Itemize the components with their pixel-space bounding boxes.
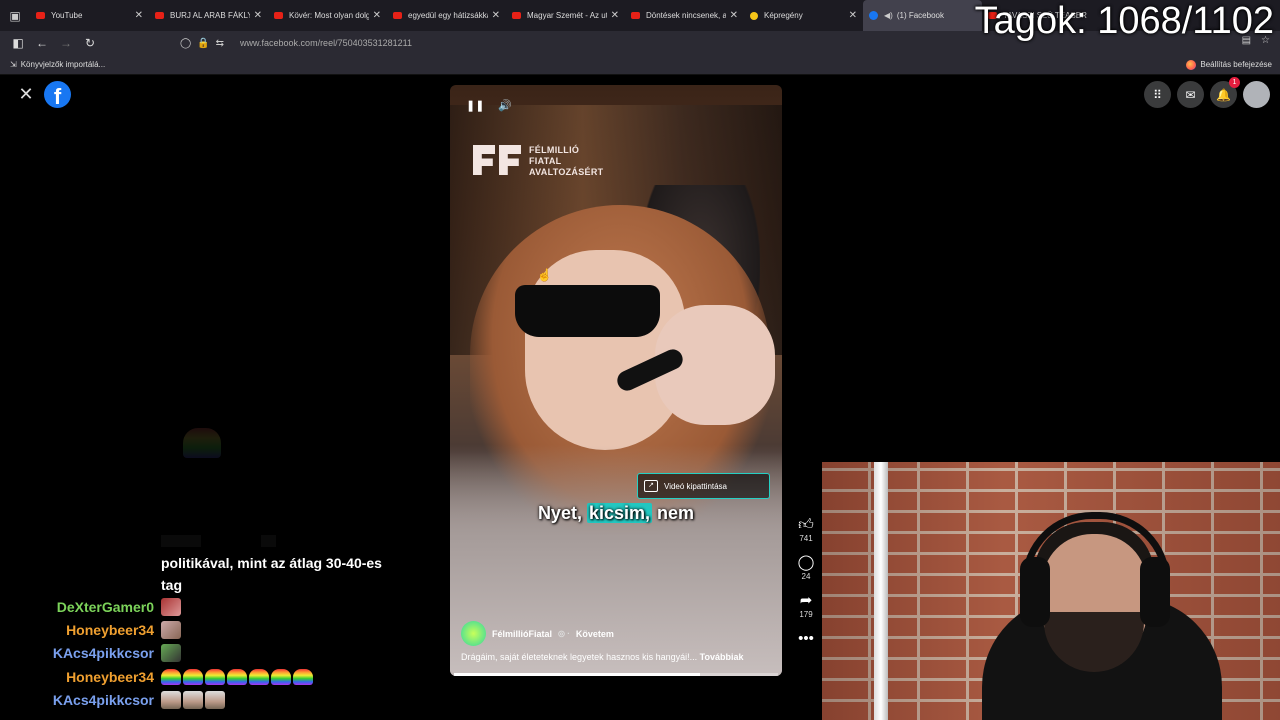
reel-video[interactable]: ❚❚ 🔊 FÉLMILLIÓ FIATAL AVALTOZÁSÉRT ☝ ↗ V… — [450, 85, 782, 676]
chat-row: Honeybeer34 — [0, 619, 181, 641]
follow-button[interactable]: Követem — [576, 629, 614, 639]
fb-header-actions: ⠿ ✉ 🔔 1 — [1144, 77, 1270, 108]
thumbs-up-icon: 👍︎ — [798, 516, 814, 533]
video-progress-bar[interactable] — [454, 673, 778, 676]
avatar[interactable] — [1243, 81, 1270, 108]
emote-icon — [161, 691, 181, 709]
video-progress-fill — [454, 673, 701, 676]
see-more-link[interactable]: Továbbiak — [700, 652, 744, 662]
tab-kepregeny[interactable]: Képregény ✕ — [744, 0, 863, 31]
menu-grid-icon[interactable]: ⠿ — [1144, 81, 1171, 108]
tab-label: Képregény — [764, 11, 803, 20]
share-icon: ➦ — [799, 592, 813, 609]
emote-icon — [161, 621, 181, 639]
video-figure — [515, 285, 660, 337]
popout-video-label: Videó kipattintása — [664, 481, 728, 491]
close-tab-icon[interactable]: ✕ — [849, 10, 857, 21]
rainbow-emote-icon — [271, 669, 291, 685]
emote-icon — [161, 598, 181, 616]
chat-username: Honeybeer34 — [66, 622, 154, 638]
finish-setup[interactable]: Beállítás befejezése — [1186, 59, 1272, 70]
comment-button[interactable]: ◯ 24 — [798, 553, 815, 581]
verified-icon: ◎ · — [558, 629, 570, 638]
rainbow-emote-icon — [249, 669, 269, 685]
popout-icon: ↗ — [644, 480, 658, 492]
tab-label: (1) Facebook — [896, 11, 944, 20]
rainbow-emote-icon — [161, 669, 181, 685]
emote-icon — [183, 691, 203, 709]
notifications-icon[interactable]: 🔔 1 — [1210, 77, 1240, 108]
more-icon: ••• — [798, 630, 814, 647]
brand-logo-icon — [473, 145, 523, 175]
rainbow-emote-icon — [227, 669, 247, 685]
volume-icon[interactable]: 🔊 — [498, 99, 512, 112]
chat-row: KAcs4pikkcsor — [0, 689, 225, 711]
like-button[interactable]: 👍︎ 741 — [798, 515, 814, 543]
finish-setup-label: Beállítás befejezése — [1200, 60, 1272, 69]
speaker-icon[interactable]: ◀) — [884, 11, 893, 20]
webcam-feed — [822, 462, 1280, 720]
screen: ▣ YouTube ✕ BURJ AL ARAB FÁKLYA ✕ Kövér:… — [0, 0, 1280, 720]
author-name[interactable]: FélmillióFiatal — [492, 629, 552, 639]
youtube-icon — [512, 12, 521, 19]
chat-message-continuation: politikával, mint az átlag 30-40-es tag — [161, 555, 382, 593]
popout-video-button[interactable]: ↗ Videó kipattintása — [637, 473, 770, 499]
tab-label: Döntések nincsenek, a — [646, 11, 726, 20]
chat-username: DeXterGamer0 — [56, 599, 154, 615]
author-avatar[interactable] — [461, 621, 486, 646]
close-tab-icon[interactable]: ✕ — [611, 10, 619, 21]
chat-row: KAcs4pikkcsor — [0, 642, 181, 664]
close-tab-icon[interactable]: ✕ — [730, 10, 738, 21]
messenger-icon[interactable]: ✉ — [1177, 81, 1204, 108]
faded-chat-text — [161, 535, 321, 547]
emote-icon — [161, 644, 181, 662]
facebook-icon — [869, 11, 878, 20]
more-options-button[interactable]: ••• — [798, 629, 814, 648]
member-counter: Tagok: 1068/1102 — [974, 0, 1274, 42]
light-stand — [874, 462, 888, 720]
comment-icon: ◯ — [797, 554, 815, 571]
tab-label: Magyar Szemét - Az ut — [527, 11, 607, 20]
rainbow-emote-icon — [183, 669, 203, 685]
reel-author[interactable]: FélmillióFiatal ◎ · Követem — [461, 621, 614, 646]
chat-username: Honeybeer34 — [66, 669, 154, 685]
chat-row: DeXterGamer0 — [0, 596, 181, 618]
like-count: 741 — [799, 534, 813, 543]
close-tab-icon[interactable]: ✕ — [492, 10, 500, 21]
rainbow-emote-icon — [293, 669, 313, 685]
tab-magyar-szemet[interactable]: Magyar Szemét - Az ut ✕ — [506, 0, 625, 31]
chat-username: KAcs4pikkcsor — [52, 645, 154, 661]
brand-text: FÉLMILLIÓ FIATAL AVALTOZÁSÉRT — [529, 145, 604, 177]
pause-icon[interactable]: ❚❚ — [466, 99, 484, 112]
share-count: 179 — [799, 610, 813, 619]
comment-count: 24 — [801, 572, 811, 581]
rainbow-emote-icon — [205, 669, 225, 685]
firefox-icon — [1186, 59, 1197, 70]
faded-emote — [183, 428, 221, 458]
wiki-icon — [750, 11, 758, 20]
headphones-icon — [1140, 557, 1170, 627]
stream-chat-overlay: politikával, mint az átlag 30-40-es tag … — [0, 0, 440, 720]
brand-watermark: FÉLMILLIÓ FIATAL AVALTOZÁSÉRT — [473, 145, 603, 178]
reel-actions: 👍︎ 741 ◯ 24 ➦ 179 ••• — [794, 515, 818, 658]
share-button[interactable]: ➦ 179 — [799, 591, 812, 619]
chat-row: Honeybeer34 — [0, 666, 313, 688]
emote-icon — [205, 691, 225, 709]
video-caption: Nyet, kicsim, nem — [537, 503, 695, 523]
youtube-icon — [631, 12, 640, 19]
chat-username: KAcs4pikkcsor — [52, 692, 154, 708]
tab-facebook[interactable]: ◀) (1) Facebook — [863, 0, 982, 31]
reel-description: Drágáim, saját életeteknek legyetek hasz… — [461, 652, 744, 662]
notification-badge: 1 — [1229, 77, 1240, 88]
tab-dontesek[interactable]: Döntések nincsenek, a ✕ — [625, 0, 744, 31]
headphones-icon — [1020, 557, 1050, 627]
cursor-icon: ☝ — [537, 268, 552, 282]
